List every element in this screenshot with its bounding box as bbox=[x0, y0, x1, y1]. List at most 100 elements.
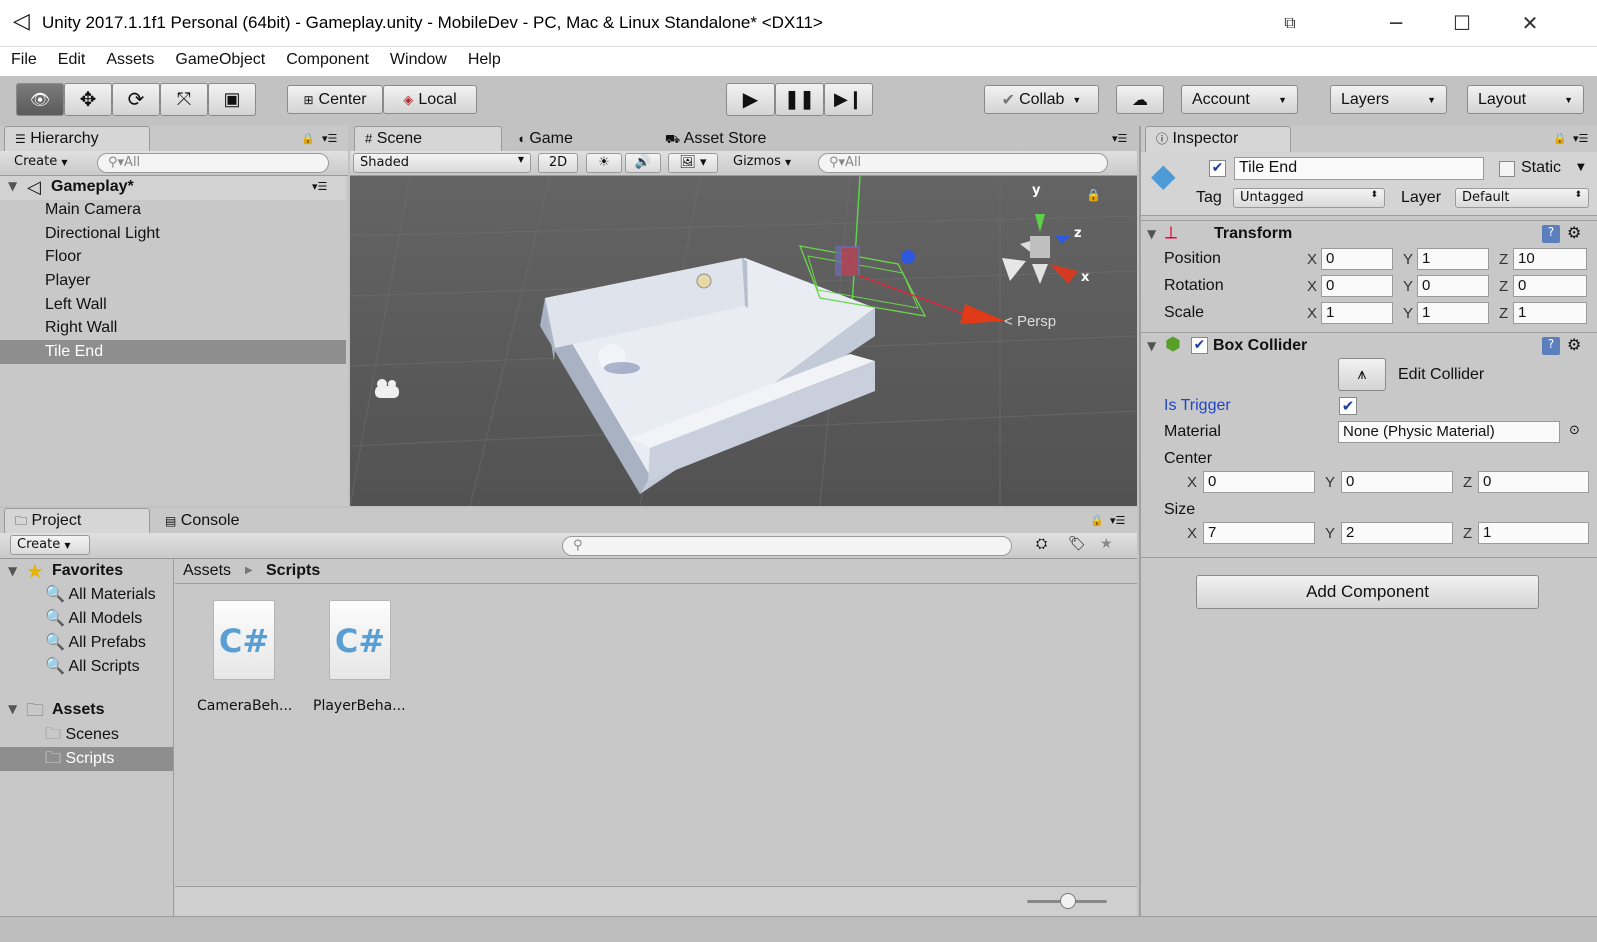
chevron-down-icon[interactable]: ▼ bbox=[1577, 162, 1585, 173]
hierarchy-item[interactable]: Right Wall bbox=[0, 316, 346, 340]
add-component-button[interactable]: Add Component bbox=[1196, 575, 1539, 609]
file-item[interactable]: C# PlayerBeha... bbox=[311, 600, 411, 730]
favorite-item[interactable]: 🔍 All Models bbox=[45, 607, 142, 631]
lock-icon[interactable]: 🔒 bbox=[1086, 188, 1101, 202]
hierarchy-item[interactable]: Player bbox=[0, 269, 346, 293]
project-search-input[interactable]: ⚲ bbox=[562, 536, 1012, 556]
filter-by-label-icon[interactable]: 🏷 bbox=[1068, 536, 1086, 552]
scene-root-row[interactable]: ▼ ◁ Gameplay* ▾☰ bbox=[0, 176, 346, 200]
hierarchy-item[interactable]: Main Camera bbox=[0, 198, 346, 222]
is-trigger-checkbox[interactable]: ✔ bbox=[1339, 397, 1357, 415]
active-checkbox[interactable]: ✔ bbox=[1209, 160, 1226, 177]
minimize-button[interactable]: ─ bbox=[1373, 8, 1419, 38]
folder-item-selected[interactable]: 🗀 Scripts bbox=[0, 747, 173, 771]
favorite-item[interactable]: 🔍 All Materials bbox=[45, 583, 156, 607]
favorite-star-icon[interactable]: ★ bbox=[1100, 536, 1113, 552]
lock-icon[interactable]: 🔒 bbox=[1090, 514, 1104, 527]
file-item[interactable]: C# CameraBeh... bbox=[195, 600, 295, 730]
lock-icon[interactable]: 🔒 bbox=[1553, 132, 1567, 145]
rect-tool-icon[interactable]: ▣ bbox=[208, 83, 256, 116]
expand-arrow-icon[interactable]: ▼ bbox=[8, 564, 17, 578]
object-name-input[interactable]: Tile End bbox=[1234, 157, 1484, 180]
object-picker-icon[interactable]: ⊙ bbox=[1569, 423, 1580, 438]
filter-by-type-icon[interactable]: ⛭ bbox=[1036, 536, 1047, 552]
hierarchy-item[interactable]: Directional Light bbox=[0, 222, 346, 246]
menu-help[interactable]: Help bbox=[457, 47, 511, 69]
maximize-button[interactable]: ☐ bbox=[1439, 8, 1485, 38]
rotate-tool-icon[interactable]: ⟳ bbox=[112, 83, 160, 116]
center-y-field[interactable]: 0 bbox=[1341, 471, 1453, 493]
tab-scene[interactable]: # Scene bbox=[354, 126, 502, 152]
center-x-field[interactable]: 0 bbox=[1203, 471, 1315, 493]
project-create-dropdown[interactable]: Create ▼ bbox=[10, 535, 90, 555]
rotation-y-field[interactable]: 0 bbox=[1417, 275, 1489, 297]
size-y-field[interactable]: 2 bbox=[1341, 522, 1453, 544]
gizmos-dropdown[interactable]: Gizmos ▼ bbox=[727, 153, 807, 173]
shading-dropdown[interactable]: Shaded ▼ bbox=[353, 153, 531, 173]
position-x-field[interactable]: 0 bbox=[1321, 248, 1393, 270]
scale-z-field[interactable]: 1 bbox=[1513, 302, 1587, 324]
expand-arrow-icon[interactable]: ▼ bbox=[1147, 227, 1156, 241]
edit-collider-button[interactable]: ⩚ bbox=[1338, 358, 1386, 391]
panel-menu-icon[interactable]: ▾☰ bbox=[322, 132, 337, 145]
static-checkbox[interactable] bbox=[1499, 161, 1515, 177]
lighting-toggle-sun-icon[interactable]: ☀ bbox=[586, 153, 622, 173]
material-field[interactable]: None (Physic Material) bbox=[1338, 421, 1560, 443]
hierarchy-item[interactable]: Floor bbox=[0, 245, 346, 269]
tab-game[interactable]: ◖ Game bbox=[506, 126, 652, 152]
help-icon[interactable]: ? bbox=[1542, 225, 1560, 243]
layer-dropdown[interactable]: Default ⬍ bbox=[1455, 188, 1589, 208]
hierarchy-search-input[interactable]: ⚲▾All bbox=[97, 153, 329, 173]
pause-button[interactable]: ❚❚ bbox=[775, 83, 824, 116]
favorite-item[interactable]: 🔍 All Scripts bbox=[45, 655, 140, 679]
panel-menu-icon[interactable]: ▾☰ bbox=[1112, 132, 1127, 145]
rotation-z-field[interactable]: 0 bbox=[1513, 275, 1587, 297]
breadcrumb-scripts[interactable]: Scripts bbox=[266, 562, 320, 580]
gear-icon[interactable]: ⚙ bbox=[1567, 335, 1581, 354]
position-z-field[interactable]: 10 bbox=[1513, 248, 1587, 270]
slider-thumb[interactable] bbox=[1060, 893, 1076, 909]
expand-arrow-icon[interactable]: ▼ bbox=[8, 702, 17, 716]
help-icon[interactable]: ? bbox=[1542, 337, 1560, 355]
hierarchy-create-dropdown[interactable]: Create ▼ bbox=[8, 153, 88, 173]
toggle-2d-button[interactable]: 2D bbox=[538, 153, 578, 173]
scale-y-field[interactable]: 1 bbox=[1417, 302, 1489, 324]
menu-gameobject[interactable]: GameObject bbox=[164, 47, 275, 69]
hierarchy-item-selected[interactable]: Tile End bbox=[0, 340, 346, 364]
tab-inspector[interactable]: ⓘ Inspector bbox=[1145, 126, 1291, 152]
expand-arrow-icon[interactable]: ▼ bbox=[8, 179, 17, 193]
folder-item[interactable]: 🗀 Scenes bbox=[45, 723, 119, 747]
tab-project[interactable]: 🗀 Project bbox=[4, 508, 150, 534]
lock-icon[interactable]: 🔒 bbox=[301, 132, 315, 145]
pivot-center-button[interactable]: ⊞ Center bbox=[287, 85, 383, 114]
move-tool-icon[interactable]: ✥ bbox=[64, 83, 112, 116]
layers-dropdown[interactable]: Layers ▼ bbox=[1330, 85, 1447, 114]
favorite-item[interactable]: 🔍 All Prefabs bbox=[45, 631, 146, 655]
step-button[interactable]: ▶❙ bbox=[824, 83, 873, 116]
play-button[interactable]: ▶ bbox=[726, 83, 775, 116]
tab-console[interactable]: ▤ Console bbox=[154, 508, 300, 534]
breadcrumb-assets[interactable]: Assets bbox=[183, 562, 231, 580]
collab-button[interactable]: ✔ Collab ▼ bbox=[984, 85, 1099, 114]
position-y-field[interactable]: 1 bbox=[1417, 248, 1489, 270]
menu-assets[interactable]: Assets bbox=[95, 47, 164, 69]
close-button[interactable]: ✕ bbox=[1507, 8, 1553, 38]
scene-menu-icon[interactable]: ▾☰ bbox=[312, 180, 327, 193]
size-z-field[interactable]: 1 bbox=[1478, 522, 1589, 544]
expand-arrow-icon[interactable]: ▼ bbox=[1147, 339, 1156, 353]
scale-x-field[interactable]: 1 bbox=[1321, 302, 1393, 324]
scene-search-input[interactable]: ⚲▾All bbox=[818, 153, 1108, 173]
hierarchy-item[interactable]: Left Wall bbox=[0, 293, 346, 317]
gear-icon[interactable]: ⚙ bbox=[1567, 223, 1581, 242]
view-tool-eye-icon[interactable]: 👁 bbox=[16, 83, 64, 116]
account-dropdown[interactable]: Account ▼ bbox=[1181, 85, 1298, 114]
box-collider-header[interactable]: ▼ ⬢ ✔ Box Collider ? ⚙ bbox=[1141, 332, 1597, 360]
menu-component[interactable]: Component bbox=[275, 47, 379, 69]
panel-menu-icon[interactable]: ▾☰ bbox=[1573, 132, 1588, 145]
rotation-x-field[interactable]: 0 bbox=[1321, 275, 1393, 297]
persp-label[interactable]: < Persp bbox=[1004, 313, 1056, 330]
cloud-button[interactable]: ☁ bbox=[1116, 85, 1164, 114]
effects-toggle-image-icon[interactable]: 🖼 ▾ bbox=[668, 153, 718, 173]
scene-viewport[interactable]: y z x 🔒 < Persp bbox=[350, 176, 1137, 506]
menu-edit[interactable]: Edit bbox=[47, 47, 96, 69]
